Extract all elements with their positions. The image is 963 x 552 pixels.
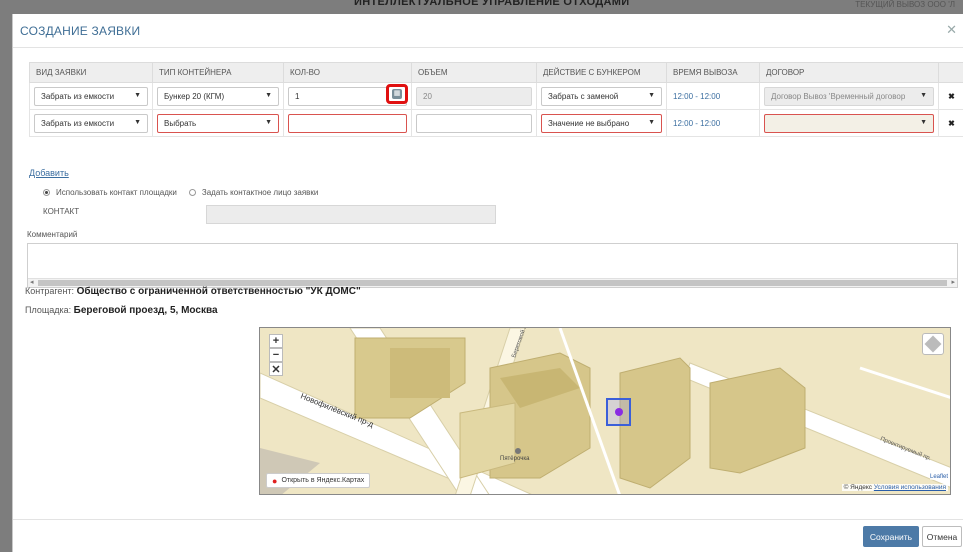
comment-textarea[interactable]: ◂ ▸	[27, 243, 958, 288]
layers-icon	[924, 335, 942, 353]
zoom-controls: + − ✕	[269, 334, 283, 376]
column-header: ТИП КОНТЕЙНЕРА	[152, 62, 284, 83]
caret-down-icon: ▼	[265, 118, 272, 126]
column-header: ОБЪЕМ	[411, 62, 537, 83]
request-items-table: ВИД ЗАЯВКИ ТИП КОНТЕЙНЕРА КОЛ-ВО ОБЪЕМ Д…	[29, 62, 963, 137]
caret-down-icon: ▼	[648, 118, 655, 126]
cancel-button[interactable]: Отмена	[922, 526, 962, 547]
site-value: Береговой проезд, 5, Москва	[73, 305, 218, 316]
column-header: ДОГОВОР	[759, 62, 939, 83]
leaflet-attribution[interactable]: Leaflet	[929, 474, 948, 480]
scroll-left-icon[interactable]: ◂	[30, 278, 34, 286]
table-header-row: ВИД ЗАЯВКИ ТИП КОНТЕЙНЕРА КОЛ-ВО ОБЪЕМ Д…	[29, 62, 963, 83]
table-row: Забрать из емкости ▼ Выбрать ▼ Значение не…	[29, 109, 963, 137]
calculator-icon: ▦	[392, 89, 402, 99]
select-value: Забрать из емкости	[41, 91, 115, 101]
select-value: Договор Вывоз 'Временный договор	[771, 91, 906, 101]
column-header-empty	[938, 62, 963, 83]
footer-divider	[13, 519, 963, 520]
zoom-in-button[interactable]: +	[269, 334, 283, 348]
copyright-text: © Яндекс	[843, 484, 873, 491]
site-marker[interactable]	[606, 398, 631, 426]
caret-down-icon: ▼	[134, 118, 141, 126]
site-label: Площадка:	[25, 305, 72, 315]
bunker-action-select[interactable]: Забрать с заменой ▼	[541, 86, 662, 106]
input-value: 20	[423, 91, 432, 101]
select-value: Выбрать	[164, 118, 197, 128]
background-right-text: ТЕКУЩИЙ ВЫВОЗ ООО 'Л	[855, 0, 955, 9]
custom-contact-label: Задать контактное лицо заявки	[201, 188, 319, 197]
pickup-time-link[interactable]: 12:00 - 12:00	[671, 92, 720, 101]
caret-down-icon: ▼	[134, 91, 141, 99]
select-value: Бункер 20 (КГМ)	[164, 91, 225, 101]
counterparty-label: Контрагент:	[25, 286, 75, 296]
caret-down-icon: ▼	[920, 91, 927, 99]
counterparty-value: Общество с ограниченной ответственностью…	[76, 286, 361, 297]
map-pin-icon: ●	[272, 475, 278, 486]
close-icon[interactable]: ✕	[946, 22, 957, 38]
shop-icon	[515, 448, 521, 454]
select-value: Значение не выбрано	[548, 118, 630, 128]
layers-button[interactable]	[922, 333, 944, 355]
select-value: Забрать с заменой	[548, 91, 619, 101]
volume-input[interactable]	[416, 113, 532, 133]
map-copyright: © Яндекс Условия использования	[841, 484, 948, 491]
pickup-time-link[interactable]: 12:00 - 12:00	[671, 119, 720, 128]
table-row: Забрать из емкости ▼ Бункер 20 (КГМ) ▼ 1 ▦…	[29, 82, 963, 110]
open-in-yandex-button[interactable]: ● Открыть в Яндекс.Картах	[266, 473, 371, 488]
fullscreen-button[interactable]: ✕	[269, 362, 283, 376]
column-header: ДЕЙСТВИЕ С БУНКЕРОМ	[536, 62, 667, 83]
open-in-yandex-label: Открыть в Яндекс.Картах	[281, 477, 365, 484]
column-header: КОЛ-ВО	[283, 62, 412, 83]
site-info: Площадка: Береговой проезд, 5, Москва	[25, 305, 218, 316]
delete-row-icon[interactable]: ✖	[938, 82, 963, 110]
column-header: ВИД ЗАЯВКИ	[29, 62, 153, 83]
input-value: 1	[295, 91, 300, 101]
counterparty-info: Контрагент: Общество с ограниченной отве…	[25, 286, 361, 297]
terms-link[interactable]: Условия использования	[874, 484, 946, 491]
caret-down-icon: ▼	[648, 91, 655, 99]
caret-down-icon: ▼	[265, 91, 272, 99]
custom-contact-radio[interactable]	[188, 189, 196, 196]
use-site-contact-label: Использовать контакт площадки	[56, 188, 177, 197]
bunker-action-select[interactable]: Значение не выбрано ▼	[541, 113, 662, 133]
column-header: ВРЕМЯ ВЫВОЗА	[666, 62, 760, 83]
background-app-title: ИНТЕЛЛЕКТУАЛЬНОЕ УПРАВЛЕНИЕ ОТХОДАМИ	[354, 0, 630, 8]
map-poi-label: Пятёрочка	[500, 456, 530, 462]
use-site-contact-radio[interactable]	[43, 189, 50, 196]
quantity-input[interactable]	[288, 113, 407, 133]
volume-field: 20	[416, 86, 532, 106]
container-type-select[interactable]: Бункер 20 (КГМ) ▼	[157, 86, 279, 106]
comment-label: Комментарий	[27, 230, 78, 239]
contact-options: Использовать контакт площадки Задать кон…	[43, 188, 318, 197]
contract-select: Договор Вывоз 'Временный договор ▼	[764, 86, 934, 106]
zoom-out-button[interactable]: −	[269, 348, 283, 362]
contact-label: КОНТАКТ	[43, 207, 80, 216]
add-row-link[interactable]: Добавить	[29, 168, 69, 178]
delete-row-icon[interactable]: ✖	[938, 109, 963, 137]
header-divider	[13, 47, 963, 48]
select-value: Забрать из емкости	[41, 118, 115, 128]
request-type-select[interactable]: Забрать из емкости ▼	[34, 113, 148, 133]
contact-field	[206, 205, 496, 224]
calculator-button[interactable]: ▦	[386, 84, 408, 104]
scroll-right-icon[interactable]: ▸	[951, 278, 955, 286]
request-type-select[interactable]: Забрать из емкости ▼	[34, 86, 148, 106]
caret-down-icon: ▼	[920, 118, 927, 126]
create-request-modal: СОЗДАНИЕ ЗАЯВКИ ✕ ВИД ЗАЯВКИ ТИП КОНТЕЙН…	[12, 14, 963, 552]
yandex-map[interactable]: Новофилёвский пр-д Береговой пр. Проекти…	[259, 327, 951, 495]
contract-select[interactable]: ▼	[764, 113, 934, 133]
modal-title: СОЗДАНИЕ ЗАЯВКИ	[20, 24, 141, 38]
marker-icon	[615, 408, 623, 416]
save-button[interactable]: Сохранить	[863, 526, 919, 547]
container-type-select[interactable]: Выбрать ▼	[157, 113, 279, 133]
